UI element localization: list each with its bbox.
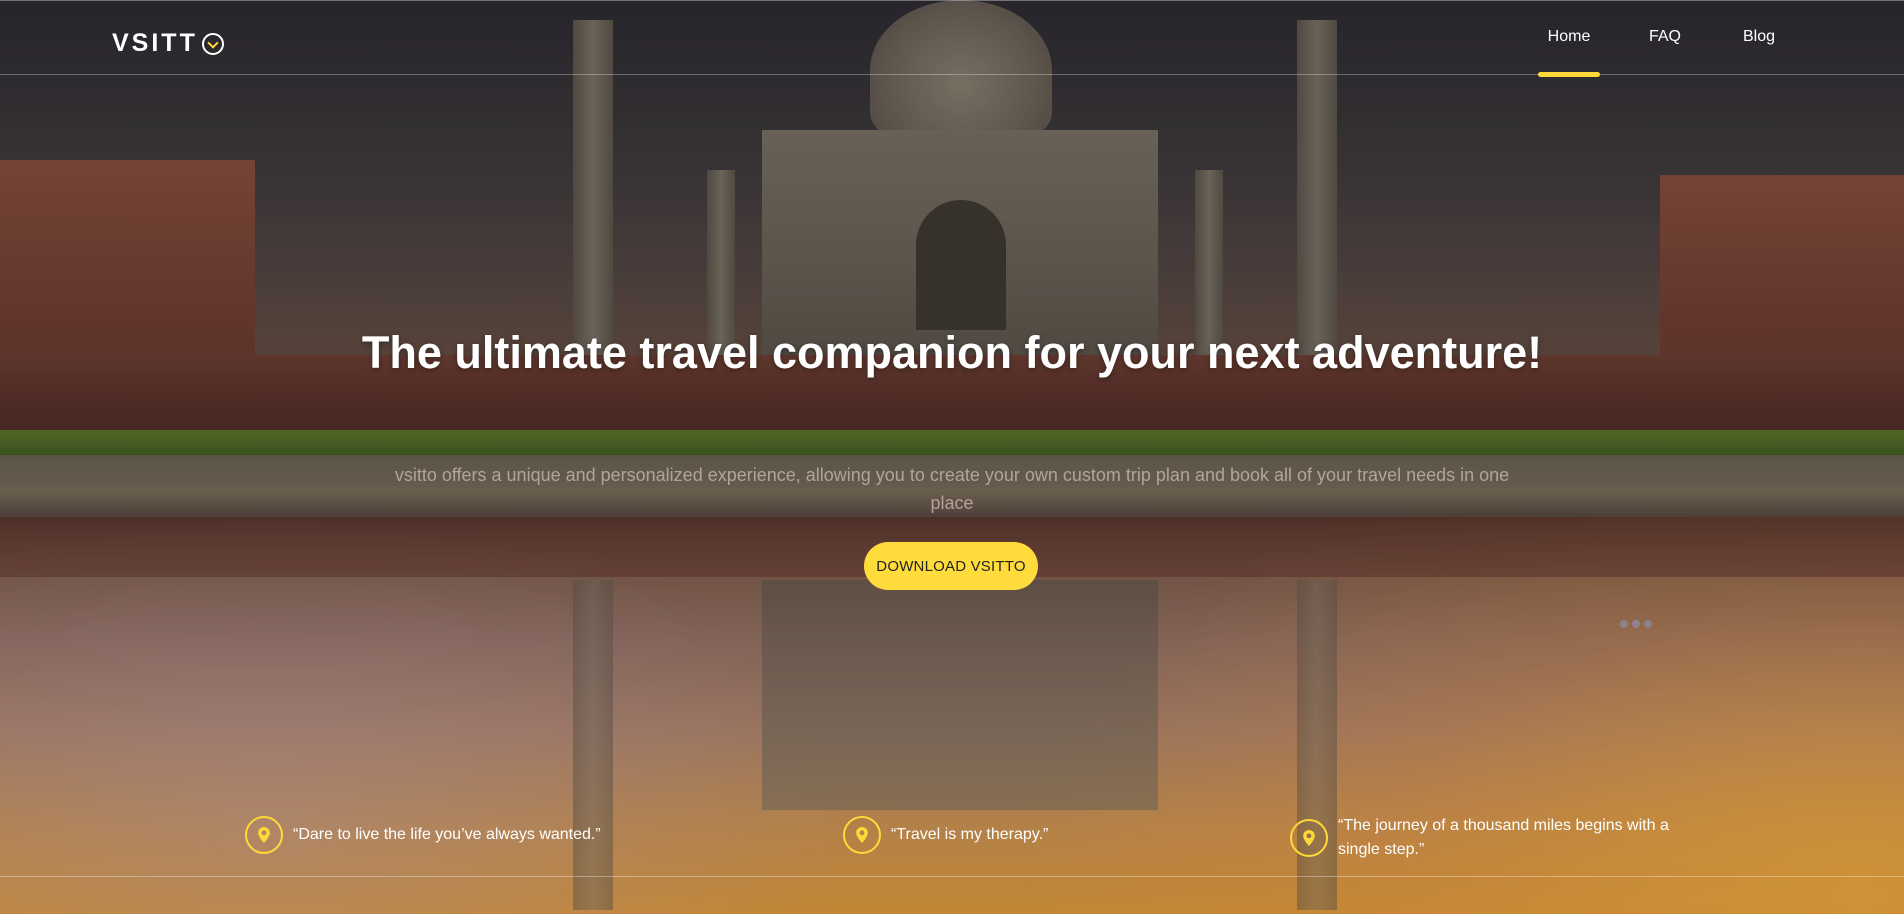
nav-home[interactable]: Home [1538,28,1600,46]
hero-background [0,0,1904,914]
nav-blog[interactable]: Blog [1742,28,1776,46]
quote-text: “Dare to live the life you’ve always wan… [293,826,601,843]
logo-text: VSITT [112,29,198,57]
site-header: VSITT Home FAQ Blog [0,0,1904,77]
quote-text: “Travel is my therapy.” [891,826,1049,843]
logo-chevron-icon [201,32,224,55]
main-nav: Home FAQ Blog [1538,28,1776,77]
download-button[interactable]: DOWNLOAD VSITTO [864,542,1038,590]
quote-item: “Travel is my therapy.” [843,816,1048,854]
nav-active-indicator [1538,72,1600,77]
hero-subtext: vsitto offers a unique and personalized … [394,465,1510,513]
carousel-dots [1620,620,1652,628]
quotes-divider [0,876,1904,877]
map-pin-icon [245,816,283,854]
logo[interactable]: VSITT [112,29,224,58]
carousel-dot[interactable] [1620,620,1628,628]
map-pin-icon [1290,819,1328,857]
carousel-dot[interactable] [1632,620,1640,628]
quote-item: “The journey of a thousand miles begins … [1290,814,1670,862]
hero-headline: The ultimate travel companion for your n… [361,327,1543,378]
quote-text: “The journey of a thousand miles begins … [1338,817,1669,858]
quote-item: “Dare to live the life you’ve always wan… [245,816,601,854]
carousel-dot[interactable] [1644,620,1652,628]
dark-overlay [0,0,1904,914]
map-pin-icon [843,816,881,854]
nav-faq[interactable]: FAQ [1648,28,1682,46]
